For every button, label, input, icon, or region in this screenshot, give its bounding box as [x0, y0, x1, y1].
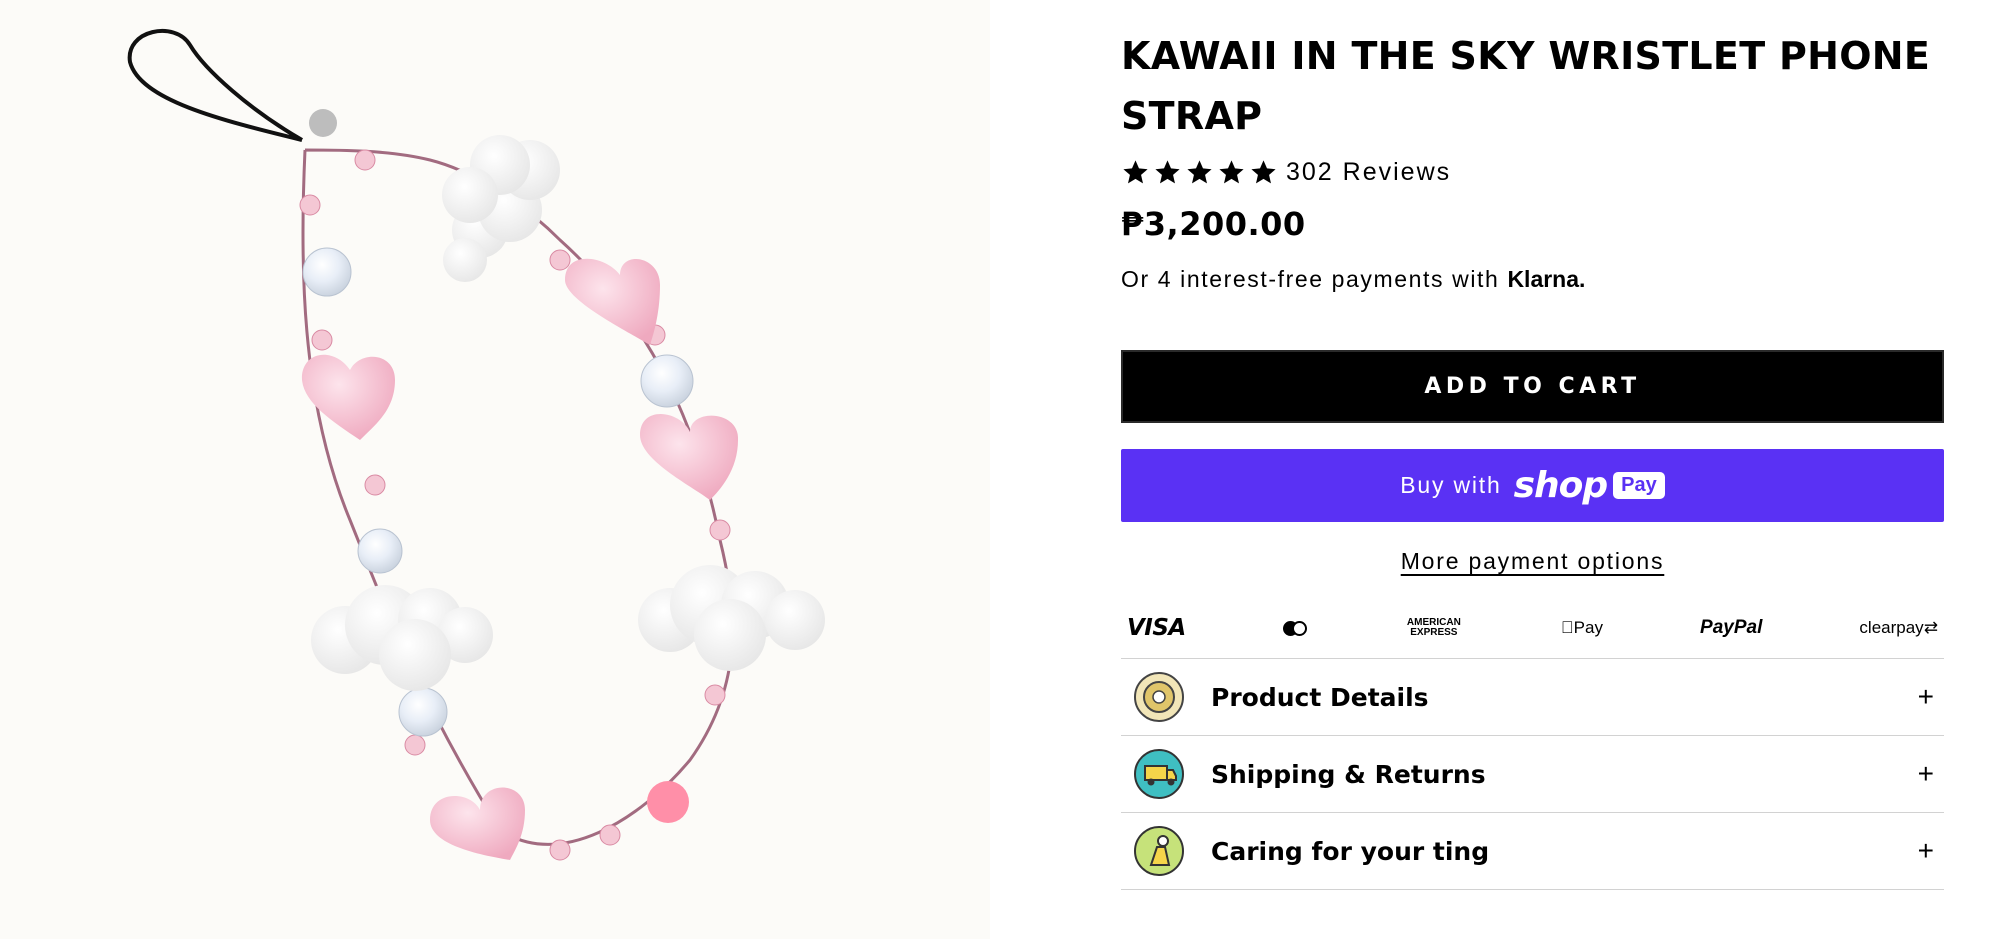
- installments-info: Or 4 interest-free payments with Klarna.: [1121, 266, 1585, 293]
- payment-methods: VISA AMERICAN EXPRESS Pay PayPal clearp…: [1121, 608, 1944, 648]
- accordion-shipping-returns[interactable]: Shipping & Returns +: [1121, 736, 1944, 813]
- installments-text: Or 4 interest-free payments with: [1121, 266, 1500, 292]
- more-payment-options-link[interactable]: More payment options: [1121, 548, 1944, 575]
- accordion-product-details[interactable]: Product Details +: [1121, 659, 1944, 736]
- product-accordion: Product Details + Shipping & Returns + C…: [1121, 658, 1944, 890]
- reviews-count[interactable]: 302 Reviews: [1286, 158, 1451, 187]
- badge-icon: [1134, 672, 1184, 722]
- accordion-caring[interactable]: Caring for your ting +: [1121, 813, 1944, 890]
- care-icon: [1134, 826, 1184, 876]
- buy-with-label: Buy with: [1400, 472, 1502, 498]
- amex-icon: AMERICAN EXPRESS: [1406, 617, 1461, 638]
- visa-icon: VISA: [1127, 615, 1186, 641]
- star-icon: [1251, 159, 1276, 183]
- clearpay-icon: clearpay⇄: [1859, 618, 1938, 637]
- paypal-icon: PayPal: [1697, 617, 1762, 638]
- star-icon: [1219, 159, 1244, 183]
- star-icon: [1155, 159, 1180, 183]
- apple-pay-label: Pay: [1568, 618, 1603, 637]
- product-price: ₱3,200.00: [1121, 205, 1306, 243]
- apple-pay-icon: Pay: [1561, 618, 1603, 638]
- shop-logo: shop: [1513, 465, 1609, 506]
- star-rating: [1121, 158, 1278, 187]
- product-title: KAWAII IN THE SKY WRISTLET PHONE STRAP: [1121, 34, 1931, 138]
- clearpay-label: clearpay: [1859, 618, 1924, 637]
- rating[interactable]: 302 Reviews: [1121, 154, 1451, 190]
- accordion-label: Shipping & Returns: [1211, 759, 1486, 789]
- buy-with-shop-pay-button[interactable]: Buy with shop Pay: [1121, 449, 1944, 522]
- star-icon: [1123, 159, 1148, 183]
- product-image[interactable]: [0, 0, 990, 939]
- accordion-label: Caring for your ting: [1211, 836, 1490, 866]
- pay-badge: Pay: [1613, 472, 1665, 499]
- plus-icon: +: [1917, 681, 1934, 712]
- accordion-label: Product Details: [1211, 682, 1429, 712]
- star-icon: [1187, 159, 1212, 183]
- mastercard-icon: [1282, 620, 1307, 636]
- phone-strap-illustration: [127, 28, 825, 861]
- delivery-truck-icon: [1134, 749, 1184, 799]
- plus-icon: +: [1917, 835, 1934, 866]
- klarna-logo[interactable]: Klarna.: [1507, 266, 1585, 293]
- add-to-cart-button[interactable]: ADD TO CART: [1121, 350, 1944, 423]
- plus-icon: +: [1917, 758, 1934, 789]
